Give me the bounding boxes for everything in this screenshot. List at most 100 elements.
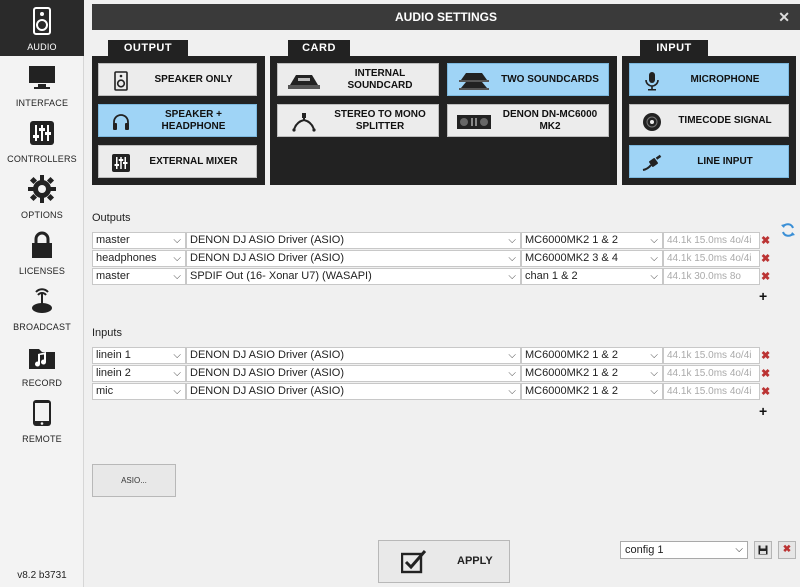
chevron-down-icon: ⌵ [173, 271, 181, 282]
port-select[interactable]: MC6000MK2 1 & 2 ⌵ [521, 365, 663, 382]
card-group-label: CARD [288, 40, 350, 56]
sidebar-item-label: RECORD [21, 378, 63, 388]
version-label: v8.2 b3731 [17, 570, 67, 581]
two-soundcards-icon [459, 73, 489, 90]
driver-select[interactable]: DENON DJ ASIO Driver (ASIO) ⌵ [186, 250, 521, 267]
dj-controller-icon [457, 115, 491, 129]
sidebar-item-label: LICENSES [18, 266, 66, 276]
device-info: 44.1k 15.0ms 4o/4i [663, 347, 760, 364]
delete-row-icon[interactable]: ✖ [761, 252, 770, 265]
microphone-button[interactable]: MICROPHONE [629, 63, 789, 96]
speaker-icon [33, 7, 51, 35]
asio-config-button[interactable]: ASIO... [92, 464, 176, 497]
chevron-down-icon: ⌵ [508, 253, 516, 264]
channel-select[interactable]: mic ⌵ [92, 383, 186, 400]
denon-mc6000-button[interactable]: DENON DN-MC6000 MK2 [447, 104, 609, 137]
option-label: EXTERNAL MIXER [149, 155, 238, 167]
option-label: MICROPHONE [690, 73, 760, 85]
chevron-down-icon: ⌵ [173, 368, 181, 379]
device-info: 44.1k 15.0ms 4o/4i [663, 232, 760, 249]
apply-button[interactable]: APPLY [378, 540, 510, 583]
driver-select[interactable]: SPDIF Out (16- Xonar U7) (WASAPI) ⌵ [186, 268, 521, 285]
sidebar-item-record[interactable]: RECORD [0, 336, 84, 392]
chevron-down-icon: ⌵ [173, 235, 181, 246]
lock-icon [32, 231, 52, 258]
config-select[interactable]: config 1 ⌵ [620, 541, 748, 559]
table-row: headphones ⌵ DENON DJ ASIO Driver (ASIO) ⌵… [92, 250, 760, 267]
timecode-signal-button[interactable]: TIMECODE SIGNAL [629, 104, 789, 137]
sidebar-item-label: BROADCAST [13, 322, 71, 332]
sidebar-item-remote[interactable]: REMOTE [0, 392, 84, 448]
port-select[interactable]: MC6000MK2 1 & 2 ⌵ [521, 232, 663, 249]
channel-select[interactable]: linein 1 ⌵ [92, 347, 186, 364]
add-output-button[interactable]: + [759, 288, 767, 304]
line-input-button[interactable]: LINE INPUT [629, 145, 789, 178]
port-select[interactable]: MC6000MK2 3 & 4 ⌵ [521, 250, 663, 267]
sidebar-item-options[interactable]: OPTIONS [0, 168, 84, 224]
close-icon[interactable]: ✕ [778, 4, 790, 30]
gear-icon [28, 175, 56, 203]
delete-config-button[interactable]: ✖ [778, 541, 796, 559]
speaker-headphone-button[interactable]: SPEAKER + HEADPHONE [98, 104, 257, 137]
two-soundcards-button[interactable]: TWO SOUNDCARDS [447, 63, 609, 96]
channel-select[interactable]: master ⌵ [92, 268, 186, 285]
chevron-down-icon: ⌵ [650, 386, 658, 397]
sidebar-item-controllers[interactable]: CONTROLLERS [0, 112, 84, 168]
sidebar-item-label: OPTIONS [21, 210, 63, 220]
monitor-icon [29, 66, 55, 89]
delete-row-icon[interactable]: ✖ [761, 270, 770, 283]
soundcard-icon [288, 75, 320, 89]
port-select[interactable]: MC6000MK2 1 & 2 ⌵ [521, 383, 663, 400]
sidebar-item-interface[interactable]: INTERFACE [0, 56, 84, 112]
option-label: LINE INPUT [697, 155, 753, 167]
splitter-cable-icon [292, 113, 316, 132]
sidebar: AUDIO INTERFACE CONTROLLERS OPTIONS LICE… [0, 0, 84, 587]
channel-select[interactable]: master ⌵ [92, 232, 186, 249]
sidebar-item-label: REMOTE [22, 434, 62, 444]
refresh-icon[interactable] [780, 222, 796, 238]
driver-select[interactable]: DENON DJ ASIO Driver (ASIO) ⌵ [186, 232, 521, 249]
sidebar-item-audio[interactable]: AUDIO [0, 0, 84, 56]
add-input-button[interactable]: + [759, 403, 767, 419]
rca-cable-icon [642, 154, 662, 171]
delete-row-icon[interactable]: ✖ [761, 385, 770, 398]
chevron-down-icon: ⌵ [650, 271, 658, 282]
driver-select[interactable]: DENON DJ ASIO Driver (ASIO) ⌵ [186, 383, 521, 400]
option-label: SPEAKER ONLY [154, 73, 233, 85]
delete-row-icon[interactable]: ✖ [761, 349, 770, 362]
option-label: TIMECODE SIGNAL [678, 114, 772, 126]
external-mixer-button[interactable]: EXTERNAL MIXER [98, 145, 257, 178]
save-icon [758, 545, 768, 555]
chevron-down-icon: ⌵ [508, 368, 516, 379]
delete-row-icon[interactable]: ✖ [761, 234, 770, 247]
device-info: 44.1k 15.0ms 4o/4i [663, 383, 760, 400]
channel-select[interactable]: headphones ⌵ [92, 250, 186, 267]
delete-row-icon[interactable]: ✖ [761, 367, 770, 380]
driver-select[interactable]: DENON DJ ASIO Driver (ASIO) ⌵ [186, 347, 521, 364]
option-label: SPEAKER + HEADPHONE [161, 108, 226, 132]
driver-select[interactable]: DENON DJ ASIO Driver (ASIO) ⌵ [186, 365, 521, 382]
sidebar-item-label: CONTROLLERS [7, 154, 77, 164]
stereo-to-mono-splitter-button[interactable]: STEREO TO MONO SPLITTER [277, 104, 439, 137]
mixer-icon [112, 154, 130, 172]
speaker-icon [114, 71, 128, 91]
chevron-down-icon: ⌵ [508, 350, 516, 361]
chevron-down-icon: ⌵ [650, 235, 658, 246]
save-config-button[interactable] [754, 541, 772, 559]
headphone-icon [113, 114, 129, 130]
speaker-only-button[interactable]: SPEAKER ONLY [98, 63, 257, 96]
sidebar-item-broadcast[interactable]: BROADCAST [0, 280, 84, 336]
sidebar-item-label: INTERFACE [15, 98, 69, 108]
microphone-icon [645, 72, 659, 91]
option-label: TWO SOUNDCARDS [501, 73, 599, 85]
chevron-down-icon: ⌵ [173, 386, 181, 397]
internal-soundcard-button[interactable]: INTERNAL SOUNDCARD [277, 63, 439, 96]
music-folder-icon [29, 349, 55, 369]
chevron-down-icon: ⌵ [173, 253, 181, 264]
port-select[interactable]: chan 1 & 2 ⌵ [521, 268, 663, 285]
checkbox-check-icon [401, 550, 427, 574]
device-info: 44.1k 15.0ms 4o/4i [663, 250, 760, 267]
port-select[interactable]: MC6000MK2 1 & 2 ⌵ [521, 347, 663, 364]
channel-select[interactable]: linein 2 ⌵ [92, 365, 186, 382]
sidebar-item-licenses[interactable]: LICENSES [0, 224, 84, 280]
